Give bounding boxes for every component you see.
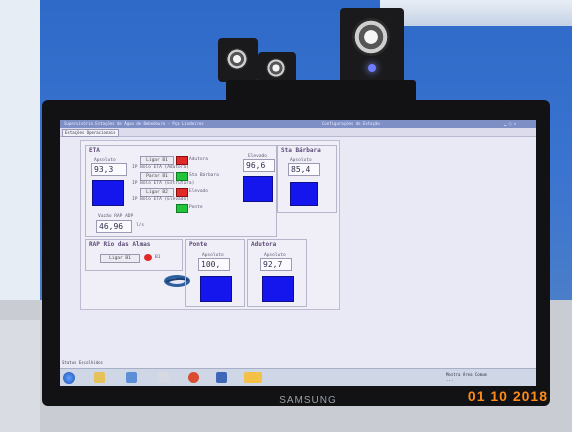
eta-flow-unit: l/s bbox=[136, 223, 145, 228]
eta-caption-1: IP Bolo ETA (Adutora) bbox=[132, 165, 189, 170]
status-bar-text: Status Escolhidos bbox=[62, 360, 103, 365]
elevado-tank-level bbox=[243, 176, 273, 202]
eta-sta-barbara-label: Sta Bárbara bbox=[189, 173, 219, 178]
media-icon[interactable] bbox=[126, 372, 137, 383]
rap-rio-title: RAP Rio das Almas bbox=[89, 241, 151, 248]
eta-ligar-b2-button[interactable]: Ligar B2 bbox=[140, 188, 174, 197]
tray-text: Mostra Área Comum ... bbox=[446, 372, 487, 382]
window-title: Supervisório Estações de Água de Bebedou… bbox=[64, 121, 204, 126]
ponte-value: 100, bbox=[198, 258, 230, 271]
eta-sta-barbara-indicator bbox=[176, 172, 188, 181]
adutora-title: Adutora bbox=[251, 241, 277, 248]
browser-icon[interactable] bbox=[188, 372, 199, 383]
speaker-cone bbox=[266, 58, 286, 78]
sta-barbara-tank-level bbox=[290, 182, 318, 206]
eta-caption-2: IP Bolo ETA (Estrutura) bbox=[132, 181, 195, 186]
tab-estacoes[interactable]: Estações Operacionais bbox=[62, 129, 119, 137]
speaker-left bbox=[218, 38, 258, 82]
folder-icon[interactable] bbox=[244, 372, 262, 383]
photo-date-stamp: 01 10 2018 bbox=[467, 388, 548, 404]
speaker-base bbox=[226, 80, 416, 102]
sta-barbara-group: Sta Bárbara Apsoluto 85,4 bbox=[277, 145, 337, 213]
window-titlebar: Supervisório Estações de Água de Bebedou… bbox=[60, 120, 536, 128]
eta-elevado-label: Elevado bbox=[189, 189, 208, 194]
eta-caption-3: IP Bolo ETA (Elevado) bbox=[132, 197, 189, 202]
eta-adutora-indicator bbox=[176, 156, 188, 165]
eta-ponte-indicator bbox=[176, 204, 188, 213]
explorer-icon[interactable] bbox=[94, 372, 105, 383]
elevado-value: 96,6 bbox=[243, 159, 275, 172]
ponte-group: Ponte Apsoluto 100, bbox=[185, 239, 245, 307]
eta-ligar-b1-button[interactable]: Ligar B1 bbox=[140, 156, 174, 165]
adutora-tank-level bbox=[262, 276, 294, 302]
start-button-icon[interactable] bbox=[63, 372, 75, 384]
adutora-group: Adutora Apsoluto 92,7 bbox=[247, 239, 307, 307]
eta-title: ETA bbox=[89, 147, 100, 154]
rap-ligar-b1-button[interactable]: Ligar B1 bbox=[100, 254, 140, 263]
eta-group: ETA Apsoluto 93,3 Ligar B1 Adutora IP Bo… bbox=[85, 145, 277, 237]
speaker-cone bbox=[352, 18, 390, 56]
eta-adutora-label: Adutora bbox=[189, 157, 208, 162]
eta-ponte-label: Ponte bbox=[189, 205, 203, 210]
monitor-brand: SAMSUNG bbox=[279, 395, 337, 406]
sta-barbara-title: Sta Bárbara bbox=[281, 147, 321, 154]
rap-rio-group: RAP Rio das Almas Ligar B1 B1 bbox=[85, 239, 183, 271]
stations-panel: ETA Apsoluto 93,3 Ligar B1 Adutora IP Bo… bbox=[80, 140, 340, 310]
tab-bar: Estações Operacionais bbox=[60, 128, 536, 137]
pc-tower bbox=[0, 320, 40, 432]
speaker-right bbox=[340, 8, 404, 84]
window-title-center: Configurações de Estação bbox=[322, 121, 380, 126]
ponte-tank-level bbox=[200, 276, 232, 302]
window-controls[interactable]: ▁ ▢ ✕ bbox=[504, 120, 516, 128]
eta-flow-label: Vazão RAP ADP bbox=[98, 214, 134, 219]
rap-b1-indicator bbox=[144, 254, 152, 261]
ponte-title: Ponte bbox=[189, 241, 208, 248]
monitor-screen: Supervisório Estações de Água de Bebedou… bbox=[60, 120, 536, 386]
tray-line-2: ... bbox=[446, 377, 454, 382]
supervisory-app-icon[interactable] bbox=[216, 372, 227, 383]
eta-elevado-indicator bbox=[176, 188, 188, 197]
app-icon[interactable] bbox=[158, 372, 169, 383]
taskbar: Mostra Área Comum ... bbox=[60, 368, 536, 386]
eta-level-value: 93,3 bbox=[91, 163, 127, 176]
sta-barbara-value: 85,4 bbox=[288, 163, 320, 176]
speaker-cone bbox=[226, 48, 248, 70]
rap-b1-label: B1 bbox=[155, 255, 161, 260]
eta-parar-b1-button[interactable]: Parar B1 bbox=[140, 172, 174, 181]
background-cables bbox=[380, 0, 572, 26]
adutora-value: 92,7 bbox=[260, 258, 292, 271]
speaker-power-led bbox=[368, 64, 376, 72]
eta-flow-value: 46,96 bbox=[96, 220, 132, 233]
eta-tank-level bbox=[92, 180, 124, 206]
